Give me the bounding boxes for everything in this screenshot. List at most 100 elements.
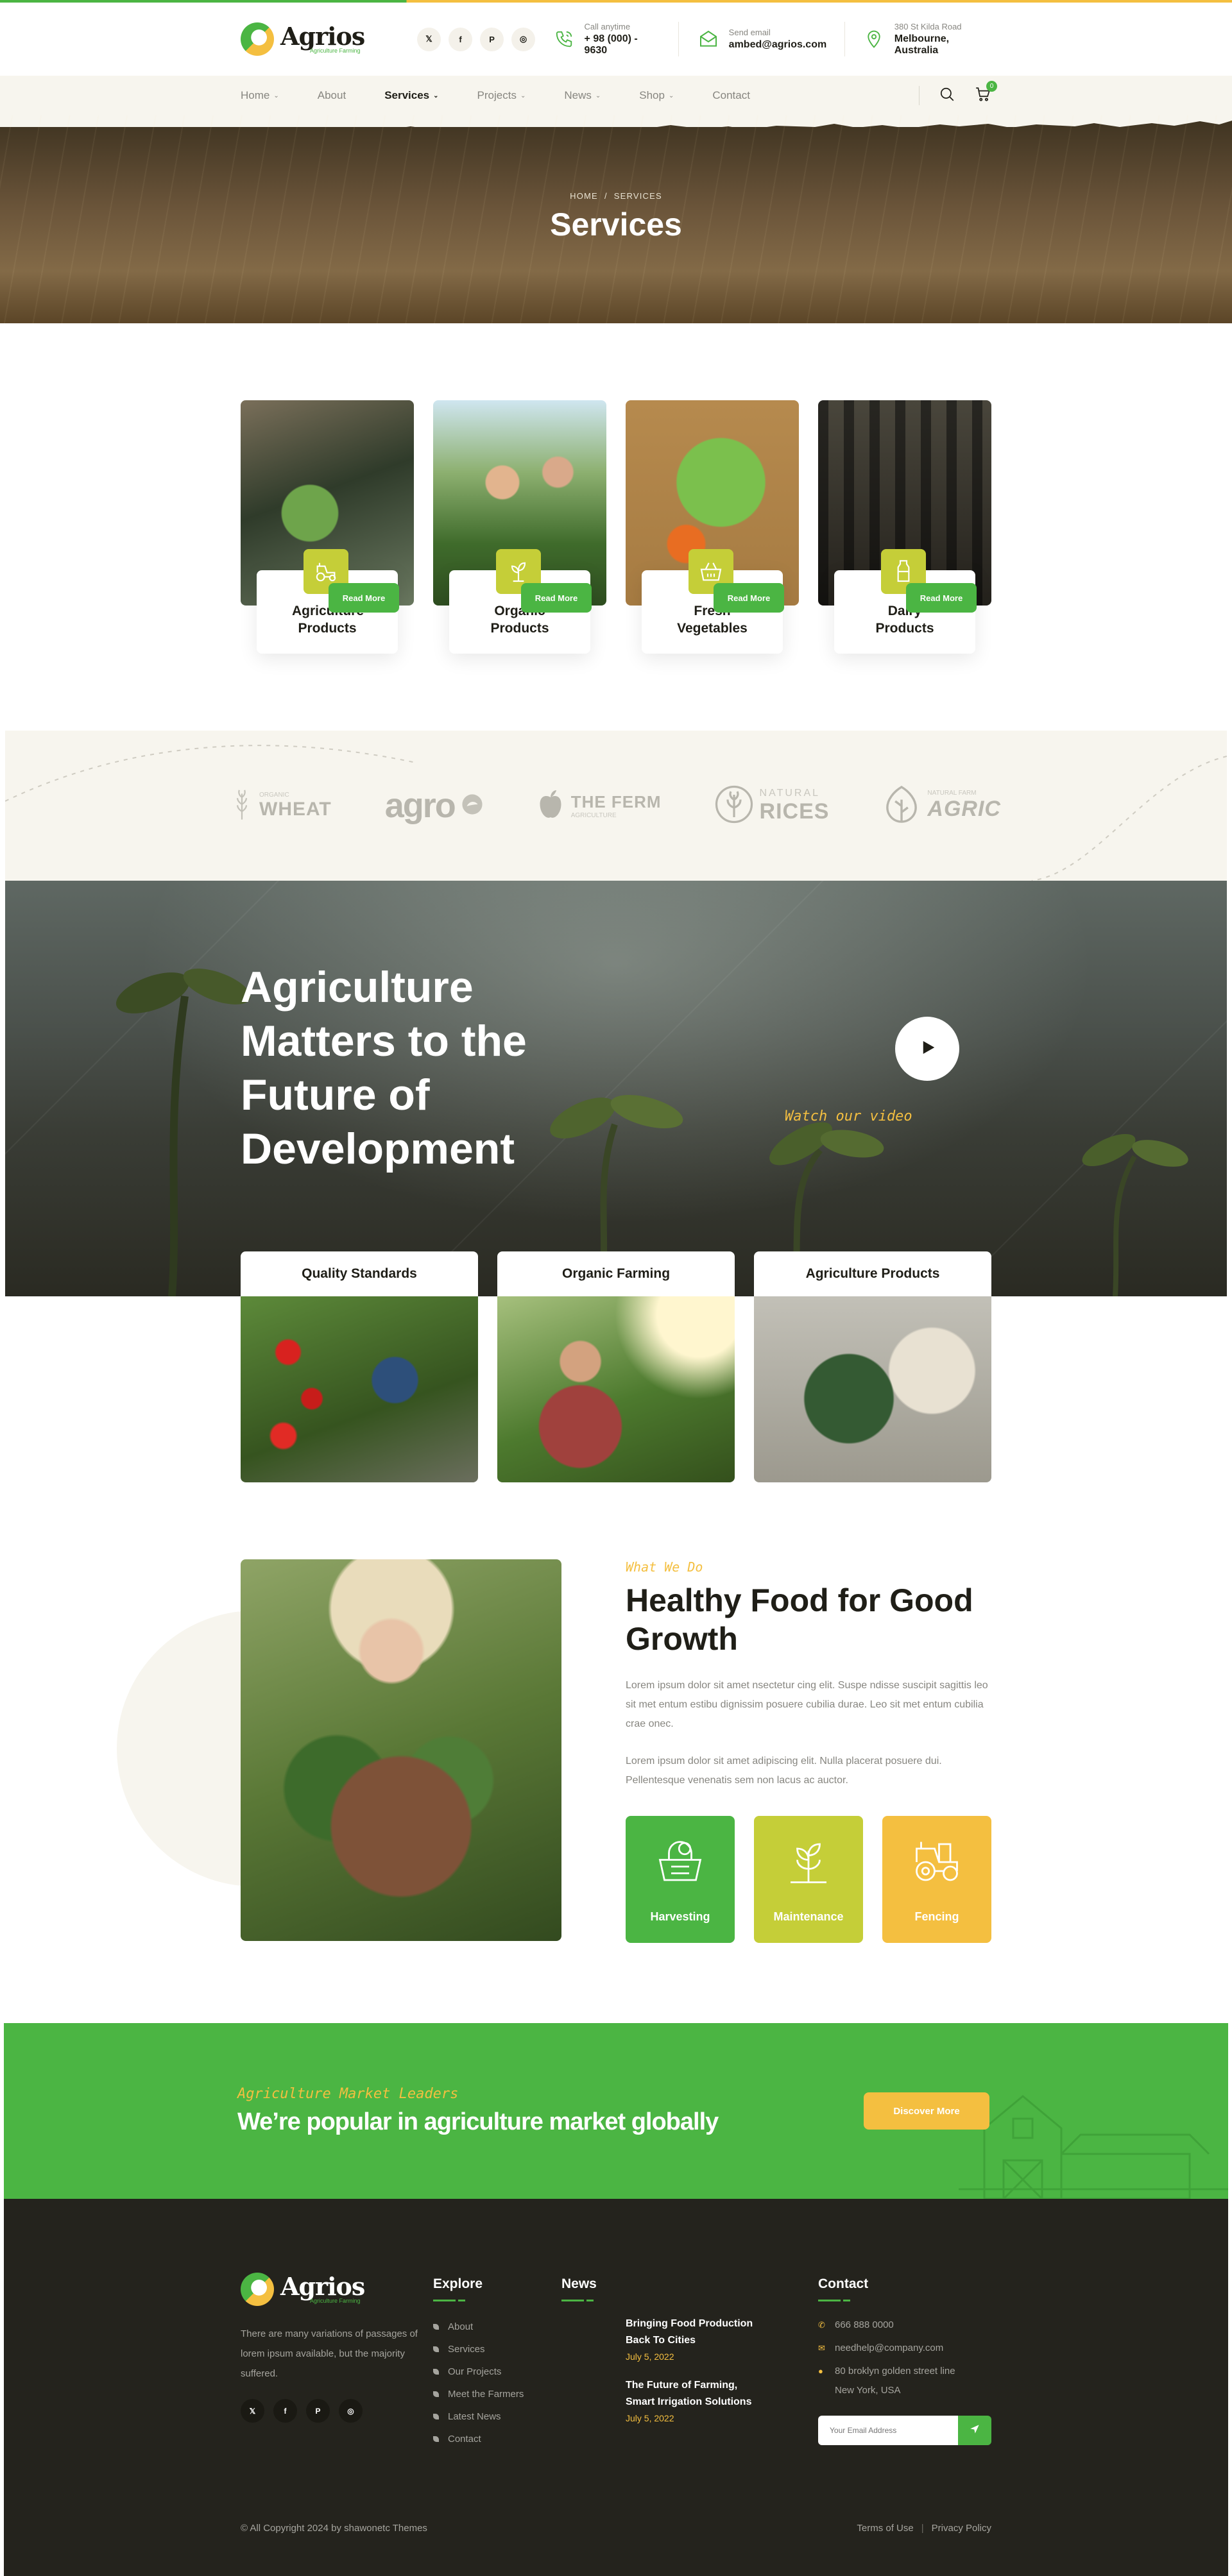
nav-news[interactable]: News ⌄: [564, 89, 601, 102]
read-more-button[interactable]: Read More: [329, 583, 399, 613]
footer-link[interactable]: Services: [433, 2338, 561, 2360]
facebook-icon[interactable]: f: [449, 27, 473, 51]
breadcrumb: HOME / SERVICES: [0, 191, 1232, 201]
pinterest-icon[interactable]: P: [306, 2399, 330, 2423]
nav-shop[interactable]: Shop ⌄: [639, 89, 674, 102]
farmer-image: [241, 1559, 561, 1941]
news-title[interactable]: The Future of Farming, Smart Irrigation …: [626, 2377, 764, 2411]
tile-fencing[interactable]: Fencing: [882, 1816, 991, 1943]
footer-link-label: Latest News: [448, 2411, 501, 2422]
facebook-icon[interactable]: f: [273, 2399, 297, 2423]
pinterest-icon[interactable]: P: [480, 27, 504, 51]
feature-image: [241, 1296, 478, 1482]
news-title[interactable]: Bringing Food Production Back To Cities: [626, 2316, 764, 2349]
breadcrumb-home[interactable]: HOME: [570, 191, 598, 201]
nav-about[interactable]: About: [318, 89, 346, 102]
video-title: Agriculture Matters to the Future of Dev…: [241, 963, 527, 1173]
nav-projects[interactable]: Projects ⌄: [477, 89, 526, 102]
tile-label: Fencing: [914, 1910, 959, 1923]
leaf-icon: [433, 2436, 439, 2442]
brand-logo[interactable]: agro: [385, 786, 483, 826]
nav-home[interactable]: Home ⌄: [241, 89, 279, 102]
search-icon[interactable]: [939, 86, 955, 106]
play-button[interactable]: [895, 1017, 959, 1081]
twitter-icon[interactable]: 𝕏: [241, 2399, 264, 2423]
news-item[interactable]: The Future of Farming, Smart Irrigation …: [626, 2377, 818, 2423]
leaf-icon: [433, 2414, 439, 2419]
cart-icon[interactable]: 0: [975, 80, 997, 106]
service-card[interactable]: Read More Agriculture Products: [241, 400, 414, 654]
chevron-down-icon: ⌄: [433, 92, 439, 99]
service-card[interactable]: Read More Organic Products: [433, 400, 606, 654]
read-more-button[interactable]: Read More: [714, 583, 784, 613]
twitter-icon[interactable]: 𝕏: [417, 27, 441, 51]
mail-icon: ✉: [818, 2343, 825, 2353]
apple-icon: [536, 787, 565, 825]
newsletter-email-input[interactable]: [818, 2416, 958, 2445]
logo[interactable]: Agrios Agriculture Farming: [241, 22, 398, 56]
footer-link[interactable]: Meet the Farmers: [433, 2383, 561, 2405]
brand-logo[interactable]: ORGANIC WHEAT: [231, 788, 332, 824]
brand-word: RICES: [759, 799, 830, 824]
footer-link[interactable]: Our Projects: [433, 2360, 561, 2383]
brand-logo[interactable]: THE FERM AGRICULTURE: [536, 787, 662, 825]
brand-word: THE FERM: [570, 792, 662, 811]
contact-email[interactable]: Send email ambed@agrios.com: [678, 22, 845, 56]
footer-email[interactable]: ✉ needhelp@company.com: [818, 2339, 991, 2358]
contact-value: Melbourne, Australia: [894, 33, 950, 56]
contact-phone[interactable]: Call anytime + 98 (000) - 9630: [535, 22, 678, 56]
feature-title: Agriculture Products: [754, 1251, 991, 1296]
brand-small: NATURAL: [759, 787, 821, 799]
footer-phone[interactable]: ✆ 666 888 0000: [818, 2316, 991, 2335]
logo-tagline: Agriculture Farming: [310, 2298, 361, 2304]
footer-heading: Explore: [433, 2276, 483, 2291]
email-text: needhelp@company.com: [835, 2343, 944, 2353]
footer-logo[interactable]: Agrios Agriculture Farming: [241, 2273, 401, 2306]
instagram-icon[interactable]: ◎: [511, 27, 536, 51]
footer-link-label: Meet the Farmers: [448, 2389, 524, 2400]
terms-link[interactable]: Terms of Use: [857, 2523, 913, 2534]
instagram-icon[interactable]: ◎: [339, 2399, 363, 2423]
service-card[interactable]: Read More Fresh Vegetables: [626, 400, 799, 654]
nav-services[interactable]: Services ⌄: [384, 89, 438, 102]
feature-card[interactable]: Agriculture Products: [754, 1251, 991, 1482]
brand-logo[interactable]: NATURAL FARM AGRIC: [882, 784, 1001, 828]
logo-mark: [241, 22, 274, 56]
tile-maintenance[interactable]: Maintenance: [754, 1816, 863, 1943]
tile-harvesting[interactable]: Harvesting: [626, 1816, 735, 1943]
main-nav: Home ⌄ About Services ⌄ Projects ⌄ News ⌄ Sh…: [0, 76, 1232, 115]
footer-link[interactable]: Latest News: [433, 2405, 561, 2428]
read-more-button[interactable]: Read More: [906, 583, 977, 613]
read-more-button[interactable]: Read More: [521, 583, 592, 613]
cart-badge: 0: [986, 80, 997, 92]
feature-card[interactable]: Quality Standards: [241, 1251, 478, 1482]
video-section: Agriculture Matters to the Future of Dev…: [5, 881, 1227, 1296]
location-icon: ●: [818, 2366, 823, 2376]
footer-heading: News: [561, 2276, 597, 2291]
brand-small: AGRICULTURE: [570, 812, 617, 819]
address-text: 80 broklyn golden street line New York, …: [835, 2366, 955, 2396]
logo-tagline: Agriculture Farming: [310, 47, 361, 54]
nav-contact[interactable]: Contact: [712, 89, 750, 102]
brand-logo[interactable]: NATURAL RICES: [715, 785, 830, 827]
newsletter-form: [818, 2416, 991, 2445]
footer-link[interactable]: Contact: [433, 2428, 561, 2450]
brand-word: WHEAT: [259, 798, 332, 820]
nav-label: Shop: [639, 89, 665, 101]
newsletter-submit-button[interactable]: [958, 2416, 991, 2445]
feature-card[interactable]: Organic Farming: [497, 1251, 735, 1482]
discover-more-button[interactable]: Discover More: [864, 2092, 989, 2130]
service-card[interactable]: Read More Dairy Products: [818, 400, 991, 654]
harvest-basket-icon: [653, 1835, 707, 1892]
about-paragraph: Lorem ipsum dolor sit amet nsectetur cin…: [626, 1680, 988, 1729]
leaf-icon: [433, 2324, 439, 2330]
contact-address[interactable]: 380 St Kilda Road Melbourne, Australia: [844, 22, 991, 56]
news-item[interactable]: Bringing Food Production Back To Cities …: [626, 2316, 818, 2362]
privacy-link[interactable]: Privacy Policy: [932, 2523, 991, 2534]
feature-title: Quality Standards: [241, 1251, 478, 1296]
header-contacts: Call anytime + 98 (000) - 9630 Send emai…: [535, 22, 991, 56]
watch-video-label[interactable]: Watch our video: [785, 1108, 912, 1124]
leaf-icon: [433, 2369, 439, 2375]
nav-divider: [919, 86, 920, 105]
footer-link[interactable]: About: [433, 2316, 561, 2338]
